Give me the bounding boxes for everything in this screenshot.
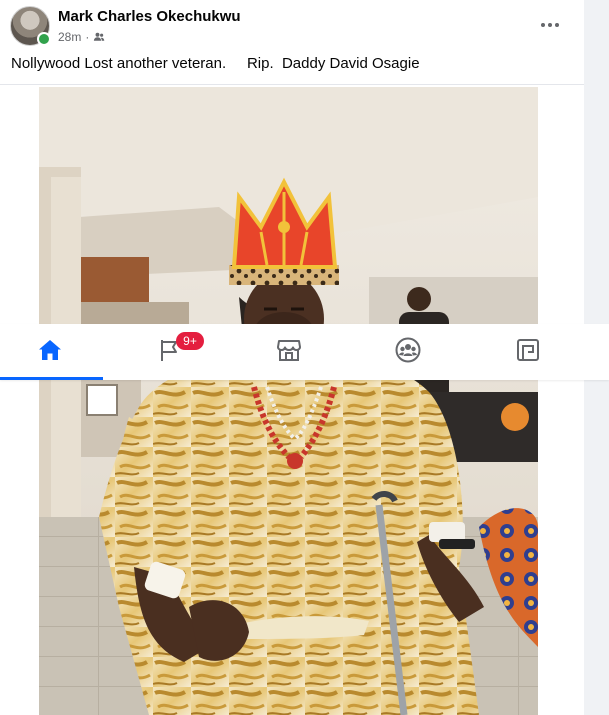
marketplace-icon: [276, 338, 302, 367]
post-time[interactable]: 28m: [58, 30, 81, 44]
nav-home-tab[interactable]: [0, 324, 100, 380]
notification-badge: 9+: [176, 332, 204, 350]
active-tab-indicator: [0, 377, 103, 380]
post-header: Mark Charles Okechukwu 28m ·: [0, 0, 584, 50]
caption-divider: [0, 84, 584, 85]
nav-gaming-tab[interactable]: [478, 324, 578, 380]
post-meta: 28m ·: [58, 30, 105, 44]
groups-icon: [395, 337, 421, 368]
meta-separator: ·: [85, 30, 90, 44]
nav-groups-tab[interactable]: [358, 324, 458, 380]
friends-icon[interactable]: [93, 31, 105, 43]
more-options-button[interactable]: [536, 10, 564, 38]
nav-flag-tab[interactable]: [120, 324, 220, 380]
author-avatar[interactable]: [10, 6, 51, 46]
more-horizontal-icon: [540, 15, 560, 33]
home-icon: [37, 338, 63, 367]
nav-marketplace-tab[interactable]: [239, 324, 339, 380]
post-photo[interactable]: [39, 87, 538, 715]
online-status-dot: [37, 32, 51, 46]
gaming-icon: [516, 338, 540, 367]
post-caption: Nollywood Lost another veteran. Rip. Dad…: [11, 55, 420, 72]
bottom-navigation-bar: 9+: [0, 324, 609, 380]
author-name[interactable]: Mark Charles Okechukwu: [58, 8, 241, 25]
